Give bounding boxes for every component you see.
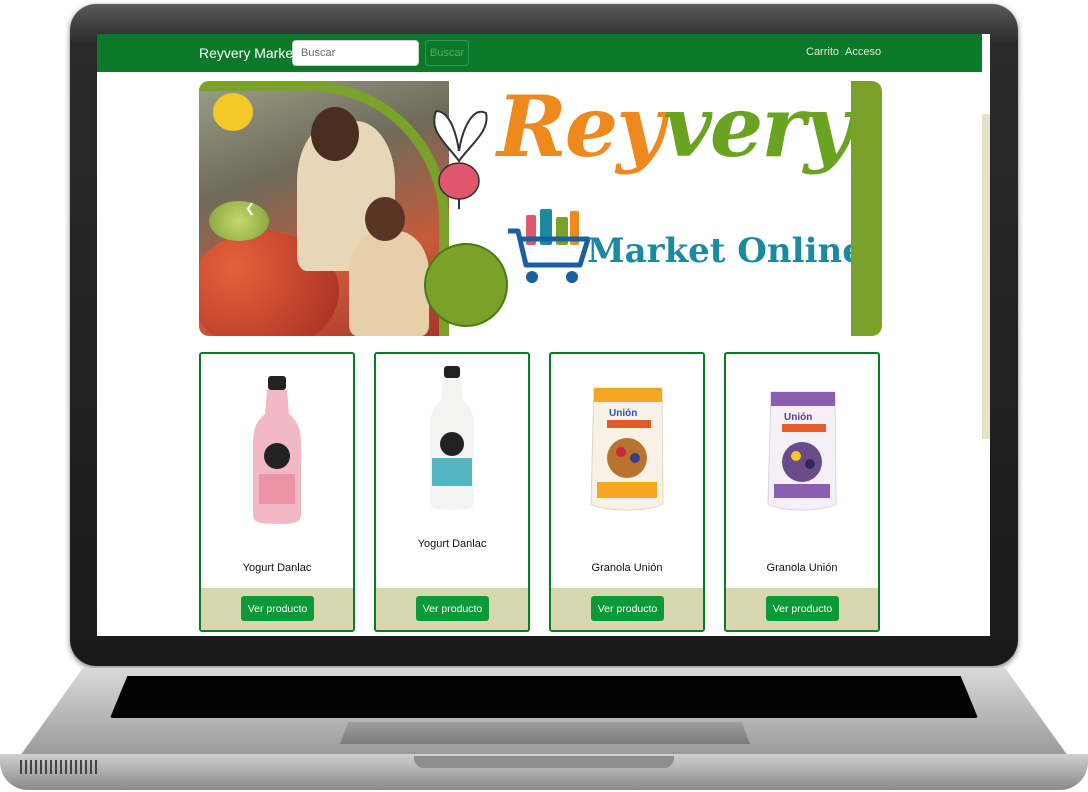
product-card[interactable]: Yogurt Danlac Ver producto bbox=[199, 352, 355, 632]
logo-subtitle: Market Online bbox=[587, 231, 864, 271]
radish-icon bbox=[433, 109, 488, 209]
laptop-trackpad bbox=[340, 722, 750, 744]
shopping-cart-icon bbox=[508, 209, 591, 283]
laptop-notch bbox=[414, 756, 674, 768]
scrollbar[interactable] bbox=[982, 114, 990, 439]
product-name: Yogurt Danlac bbox=[417, 538, 487, 550]
view-product-button[interactable]: Ver producto bbox=[241, 596, 314, 621]
view-product-button[interactable]: Ver producto bbox=[416, 596, 489, 621]
banner-side-bar bbox=[851, 81, 882, 336]
search-button[interactable]: Buscar bbox=[425, 40, 469, 66]
view-product-button[interactable]: Ver producto bbox=[591, 596, 664, 621]
laptop-keyboard bbox=[110, 676, 978, 718]
product-image: Unión bbox=[767, 391, 837, 511]
product-image: Unión bbox=[590, 387, 664, 511]
green-circle-decoration bbox=[424, 243, 508, 327]
laptop-vent bbox=[20, 760, 98, 774]
card-footer: Ver producto bbox=[376, 588, 528, 630]
lemon-sticker bbox=[213, 93, 253, 131]
product-card[interactable]: Unión Granola Unión Ver producto bbox=[724, 352, 880, 632]
card-footer: Ver producto bbox=[551, 588, 703, 630]
svg-text:Unión: Unión bbox=[609, 408, 637, 419]
view-product-button[interactable]: Ver producto bbox=[766, 596, 839, 621]
product-name: Yogurt Danlac bbox=[242, 562, 312, 574]
chevron-left-icon[interactable]: ❮ bbox=[243, 201, 257, 215]
product-name: Granola Unión bbox=[591, 562, 663, 574]
brand-link[interactable]: Reyvery Market bbox=[199, 45, 297, 61]
card-footer: Ver producto bbox=[201, 588, 353, 630]
product-card[interactable]: Unión Granola Unión Ver producto bbox=[549, 352, 705, 632]
product-image bbox=[253, 376, 301, 524]
logo-title: Reyvery bbox=[497, 81, 852, 176]
card-footer: Ver producto bbox=[726, 588, 878, 630]
navbar: Reyvery Market Buscar Carrito Acceso bbox=[97, 34, 982, 72]
nav-link-cart[interactable]: Carrito bbox=[806, 46, 839, 58]
search-input[interactable] bbox=[292, 40, 419, 66]
nav-link-login[interactable]: Acceso bbox=[845, 46, 881, 58]
product-card[interactable]: Yogurt Danlac Ver producto bbox=[374, 352, 530, 632]
product-image bbox=[430, 366, 474, 510]
hero-carousel[interactable]: ❮ Reyvery Market Online bbox=[199, 81, 882, 336]
svg-text:Unión: Unión bbox=[784, 412, 812, 423]
browser-viewport: Reyvery Market Buscar Carrito Acceso ❮ R… bbox=[97, 34, 990, 636]
product-name: Granola Unión bbox=[766, 562, 838, 574]
